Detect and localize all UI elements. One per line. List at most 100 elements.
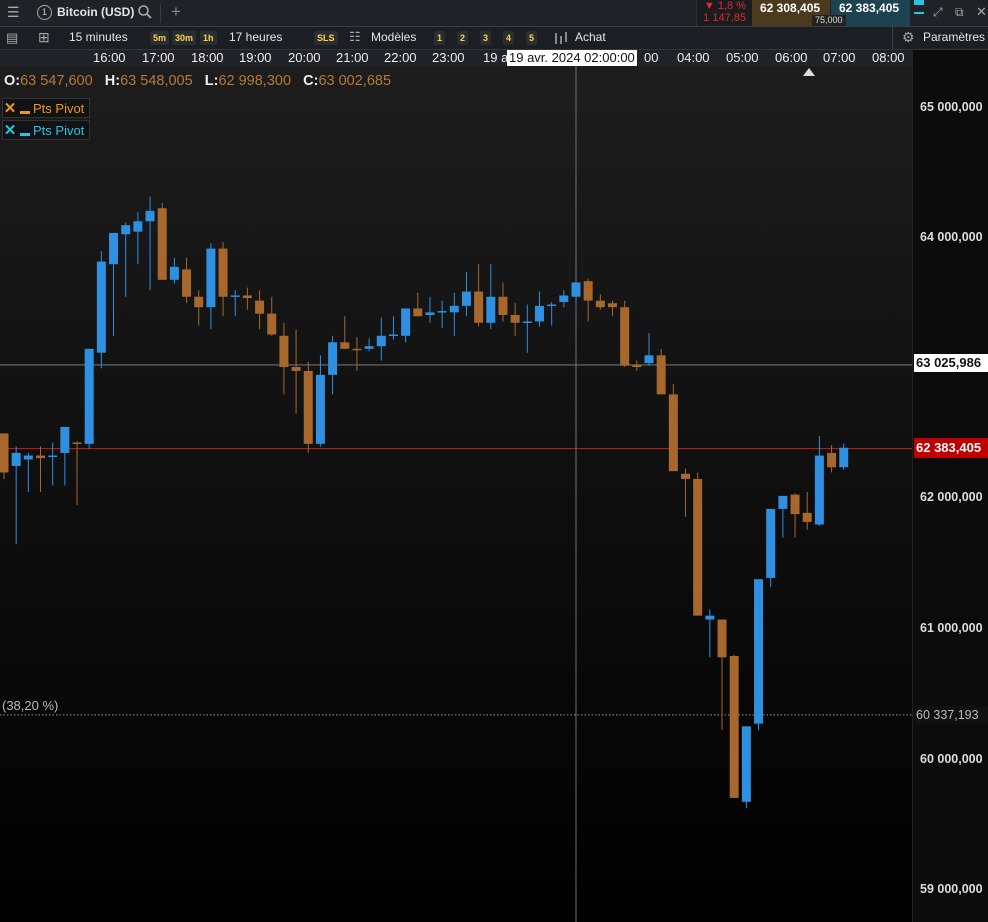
sls-button[interactable]: SLS [314,31,338,45]
layout-grid-icon[interactable]: ⊞ [38,29,50,46]
candle [194,290,204,326]
ohlc-readout: O:63 547,600 H:63 548,005 L:62 998,300 C… [4,73,391,89]
open-label: O: [4,73,21,89]
search-icon[interactable] [137,4,153,20]
timeframe-5m-button[interactable]: 5m [150,31,170,45]
candle [182,257,192,304]
time-tick: 21:00 [336,50,369,65]
instrument-title[interactable]: Bitcoin (USD) [57,5,134,19]
candle-body [814,455,824,525]
time-tick: 20:00 [288,50,321,65]
chart-area[interactable]: O:63 547,600 H:63 548,005 L:62 998,300 C… [0,66,912,922]
sell-indicator-bar [914,12,924,14]
expand-icon[interactable]: ⤢ [933,5,943,20]
remove-indicator-icon[interactable]: ✕ [3,100,17,117]
candle [206,243,216,330]
buy-order-button[interactable]: Achat [575,30,606,44]
chart-canvas [0,66,912,922]
candle-body [644,355,654,364]
time-tick: 04:00 [677,50,710,65]
candle-body [60,426,70,453]
candle-body [534,305,544,322]
candle [802,491,812,530]
candle [218,242,228,317]
candle [23,452,33,492]
timeframe-select[interactable]: 15 minutes [69,30,128,44]
candle [644,333,654,366]
candle [461,272,471,317]
candle [376,317,386,361]
candle-body [133,221,143,232]
candle [84,348,94,450]
add-tab-icon[interactable]: + [171,2,181,22]
candle [741,726,751,809]
candle [559,290,569,308]
popout-icon[interactable]: ⧉ [955,5,964,20]
layout-1-button[interactable]: 1 [434,31,446,45]
candle [486,264,496,330]
timeframe-30m-button[interactable]: 30m [172,31,197,45]
price-tick: 61 000,000 [920,621,983,635]
layout-5-button[interactable]: 5 [526,31,538,45]
indicator-legend-pivot-2[interactable]: ✕ Pts Pivot [2,120,91,140]
range-select[interactable]: 17 heures [229,30,282,44]
candle [814,436,824,526]
candle-body [486,296,496,323]
candle [96,251,106,369]
candle-body [218,248,228,297]
candle [608,300,617,317]
candles [0,196,849,809]
timeframe-1h-button[interactable]: 1h [200,31,217,45]
candle-body [230,295,240,297]
candle-body [279,335,289,368]
candle-body [376,335,386,347]
candle [583,278,593,322]
time-tick: 22:00 [384,50,417,65]
candle [388,316,398,340]
candle-body [717,619,727,658]
candle [291,329,301,414]
gear-icon[interactable]: ⚙ [902,29,915,46]
candle-body [48,455,58,458]
candle-body [388,334,398,336]
scroll-to-latest-icon[interactable] [803,68,815,76]
close-icon[interactable]: ✕ [976,4,987,20]
layout-3-button[interactable]: 3 [480,31,492,45]
remove-indicator-icon[interactable]: ✕ [3,122,17,139]
candle-body [547,304,557,307]
candle [668,383,678,472]
candle-body [608,303,617,308]
settings-button[interactable]: Paramètres [923,30,985,44]
candle [717,619,727,731]
price-axis[interactable]: 65 000,000 64 000,000 62 000,000 61 000,… [803,50,988,922]
candle-body [364,346,374,349]
candle-body [425,312,435,315]
candle [11,446,21,545]
candle-body [656,355,666,395]
change-absolute: 1 147,85 [703,12,746,24]
layout-2-button[interactable]: 2 [457,31,469,45]
indicator-legend-pivot-1[interactable]: ✕ Pts Pivot [2,98,91,118]
templates-icon[interactable]: ☷ [349,29,361,45]
time-tick: 00 [644,50,659,65]
settings-divider [892,27,893,49]
candle [693,472,703,616]
chart-toolbar: ▤ ⊞ 15 minutes 5m 30m 1h 17 heures SLS ☷… [0,27,988,50]
layout-4-button[interactable]: 4 [503,31,515,45]
price-tick: 60 000,000 [920,752,983,766]
indicator-label: Pts Pivot [33,122,85,138]
indicator-label: Pts Pivot [33,100,85,116]
menu-icon[interactable]: ☰ [7,4,20,21]
close-label: C: [303,73,319,89]
candle [437,300,447,328]
buy-indicator-bar [914,0,924,5]
chart-list-icon[interactable]: ▤ [6,30,18,46]
time-tick: 07:00 [823,50,856,65]
price-tick: 65 000,000 [920,100,983,114]
candle-body [157,208,167,280]
candle [328,335,338,395]
time-tick: 19:00 [239,50,272,65]
order-ticket-icon[interactable] [553,30,569,46]
templates-button[interactable]: Modèles [371,30,416,44]
candle [754,579,764,731]
